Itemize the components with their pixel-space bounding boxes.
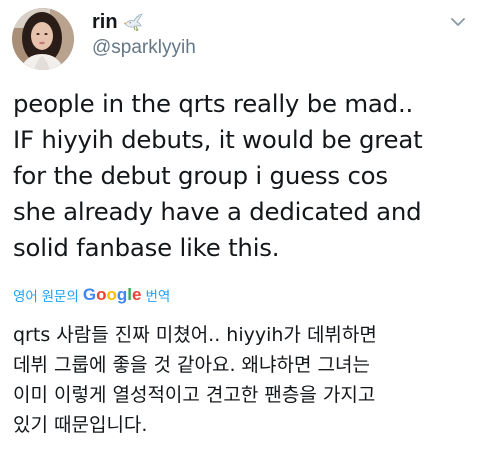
tweet-text-line: IF hiyyih debuts, it would be great [13,125,423,154]
tweet-text: people in the qrts really be mad.. IF hi… [13,86,475,266]
chevron-down-icon [451,18,465,26]
tweet-text-line: she already have a dedicated and [13,197,422,226]
tweet-card: rin @sparklyyih people in the qrts reall… [0,0,480,455]
tweet-text-line: for the debut group i guess cos [13,161,388,190]
translate-prefix: 영어 원문의 [13,289,79,304]
avatar-photo [12,8,74,70]
google-logo: Google [83,285,142,305]
translated-text-line: 이미 이렇게 열성적이고 견고한 팬층을 가지고 [13,384,376,406]
user-handle[interactable]: @sparklyyih [92,37,196,59]
dove-icon [123,13,143,31]
translated-text-line: 있기 때문입니다. [13,414,148,436]
translate-link[interactable]: 영어 원문의 Google 번역 [13,285,170,305]
display-name[interactable]: rin [92,11,118,34]
google-letter: e [132,285,142,304]
tweet-menu-button[interactable] [448,12,468,32]
translated-text-line: 데뷔 그룹에 좋을 것 같아요. 왜냐하면 그녀는 [13,354,370,376]
translated-text: qrts 사람들 진짜 미쳤어.. hiyyih가 데뷔하면 데뷔 그룹에 좋을… [13,320,475,440]
tweet-text-line: solid fanbase like this. [13,233,280,262]
google-letter: g [116,285,128,304]
tweet-text-line: people in the qrts really be mad.. [13,89,414,118]
google-letter: G [82,285,97,304]
translated-text-line: qrts 사람들 진짜 미쳤어.. hiyyih가 데뷔하면 [13,324,377,346]
translate-suffix: 번역 [145,289,171,304]
google-letter: o [96,285,107,304]
display-name-row[interactable]: rin [92,8,144,36]
google-letter: o [106,285,117,304]
avatar[interactable] [12,8,74,70]
